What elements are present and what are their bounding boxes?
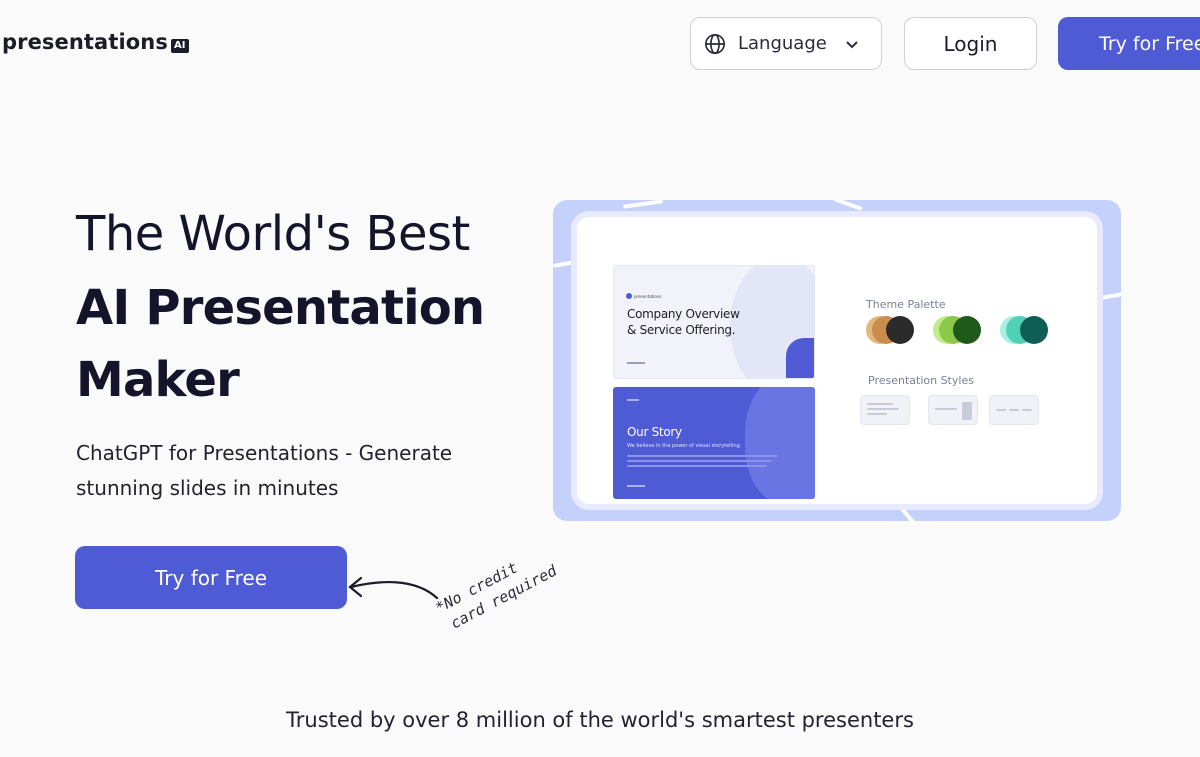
slide1-title: Company Overview & Service Offering. xyxy=(627,306,740,338)
swatch-color xyxy=(1020,316,1048,344)
presentation-styles-label: Presentation Styles xyxy=(868,374,974,387)
swatch-color xyxy=(886,316,914,344)
slide2-title: Our Story xyxy=(627,425,682,439)
style-option-2[interactable] xyxy=(928,395,978,425)
language-dropdown[interactable]: Language xyxy=(690,17,882,70)
decor-streak xyxy=(833,200,863,212)
logo[interactable]: presentations AI xyxy=(2,30,189,54)
style-option-3[interactable] xyxy=(989,395,1039,425)
slide-decor xyxy=(786,338,814,378)
slide1-title-line1: Company Overview xyxy=(627,307,740,321)
language-label: Language xyxy=(738,33,827,54)
hero-title-line2: AI Presentation xyxy=(76,280,485,336)
header-try-free-button[interactable]: Try for Free xyxy=(1058,17,1200,70)
preview-panel: presentations Company Overview & Service… xyxy=(571,211,1103,510)
decor-streak xyxy=(1100,292,1121,300)
slide-footer xyxy=(627,362,645,364)
hero-title-line1: The World's Best xyxy=(76,206,470,262)
no-credit-card-note: *No credit card required xyxy=(432,542,561,637)
slide-text-line xyxy=(627,465,767,467)
chevron-down-icon xyxy=(846,40,858,48)
decor-streak xyxy=(622,200,664,209)
arrow-icon xyxy=(348,576,439,600)
product-preview: presentations Company Overview & Service… xyxy=(553,200,1121,521)
slide-thumbnail-our-story[interactable]: Our Story We believe in the power of vis… xyxy=(613,387,815,499)
trusted-by-text: Trusted by over 8 million of the world's… xyxy=(286,708,914,732)
logo-text: presentations xyxy=(2,30,168,54)
style-option-1[interactable] xyxy=(860,395,910,425)
hero-title-line3: Maker xyxy=(76,352,240,408)
slide-text-line xyxy=(627,455,777,457)
slide-decor xyxy=(745,387,815,499)
hero-try-free-button[interactable]: Try for Free xyxy=(75,546,347,609)
slide-footer xyxy=(627,485,645,487)
swatch-color xyxy=(953,316,981,344)
logo-badge: AI xyxy=(170,39,189,53)
hero-subtitle: ChatGPT for Presentations - Generate stu… xyxy=(76,441,453,500)
slide-text-line xyxy=(627,460,772,462)
slide-thumbnail-company-overview[interactable]: presentations Company Overview & Service… xyxy=(613,265,815,379)
slide1-title-line2: & Service Offering. xyxy=(627,323,736,337)
login-button[interactable]: Login xyxy=(904,17,1037,70)
slide-logo: presentations xyxy=(626,293,661,299)
slide2-subtitle: We believe in the power of visual storyt… xyxy=(627,443,742,449)
slide-tag xyxy=(627,399,639,401)
globe-icon xyxy=(705,33,725,54)
theme-palette-label: Theme Palette xyxy=(866,298,946,311)
